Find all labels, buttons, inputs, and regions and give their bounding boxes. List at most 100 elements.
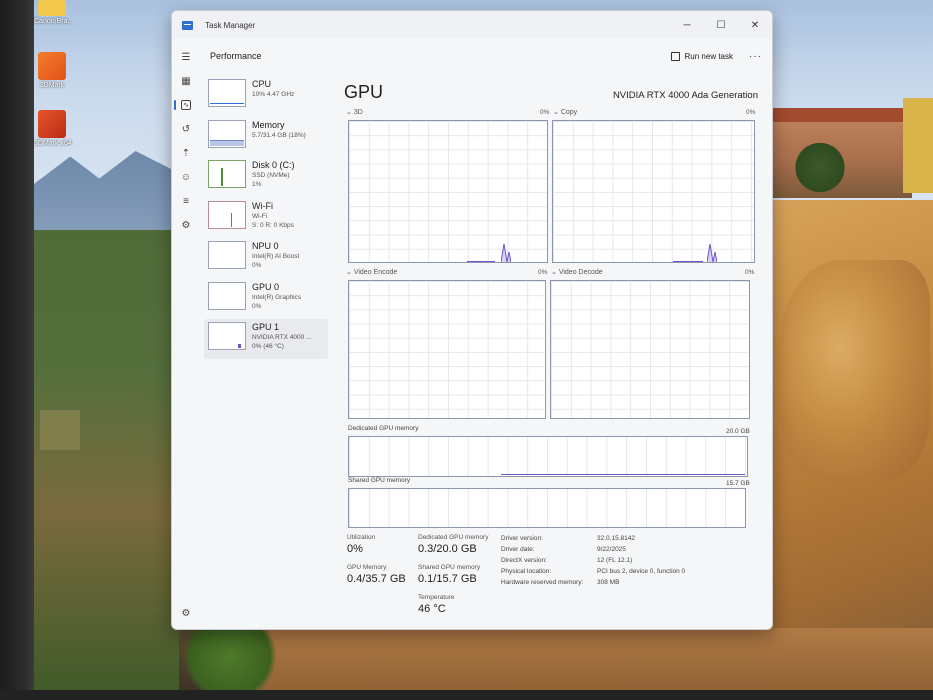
device-item-cpu[interactable]: CPU 10% 4.47 GHz	[204, 76, 328, 116]
details-icon[interactable]: ≡	[172, 189, 200, 213]
desktop-hills	[34, 230, 179, 700]
stat-value: 0.4/35.7 GB	[347, 573, 406, 585]
desktop-town-roof	[772, 108, 912, 122]
toolbar: Performance Run new task ···	[172, 39, 772, 73]
startup-apps-icon[interactable]: ⇡	[172, 141, 200, 165]
services-icon[interactable]: ⚙	[172, 213, 200, 237]
desktop-field	[40, 410, 80, 450]
engine-pct-video-encode: 0%	[538, 269, 548, 276]
folder-icon	[38, 0, 66, 16]
users-icon[interactable]: ☺	[172, 165, 200, 189]
title-bar[interactable]: Task Manager ─ ☐ ✕	[172, 11, 772, 39]
wifi-thumbnail	[208, 200, 246, 229]
device-usage: 1%	[252, 181, 262, 188]
performance-icon[interactable]: ∿	[172, 93, 200, 117]
stat-shared-memory: Shared GPU memory 0.1/15.7 GB	[418, 563, 480, 586]
graph-spike	[707, 243, 717, 262]
device-usage: S: 0 R: 0 Kbps	[252, 221, 294, 229]
device-detail: 5.7/31.4 GB (18%)	[252, 131, 306, 139]
device-item-memory[interactable]: Memory 5.7/31.4 GB (18%)	[204, 117, 328, 157]
shared-memory-graph	[348, 488, 746, 528]
desktop-icon-3dmark[interactable]: 3DMark	[34, 52, 70, 89]
desktop-trees	[790, 140, 850, 195]
dedicated-memory-graph	[348, 436, 748, 477]
desktop-building	[903, 98, 933, 193]
detail-key: DirectX version:	[501, 557, 547, 564]
device-usage: 0%	[252, 262, 262, 269]
engine-label-video-encode[interactable]: ⌄ Video Encode	[346, 268, 397, 276]
window-title: Task Manager	[205, 20, 256, 30]
desktop-icon-3dmark-x64[interactable]: 3DMark.x64	[34, 110, 72, 147]
detail-key: Driver date:	[501, 546, 535, 553]
run-task-icon	[670, 51, 680, 61]
engine-pct-copy: 0%	[746, 109, 756, 116]
close-button[interactable]: ✕	[738, 11, 772, 39]
graph-baseline	[673, 261, 703, 262]
device-name: NPU 0	[252, 241, 279, 251]
graph-video-encode	[348, 280, 546, 419]
minimize-button[interactable]: ─	[670, 11, 704, 39]
shared-memory-graph-label: Shared GPU memory	[348, 477, 411, 484]
stat-value: 0.1/15.7 GB	[418, 573, 477, 585]
device-usage: 0% (46 °C)	[252, 343, 284, 350]
graph-video-decode	[550, 280, 750, 419]
dedicated-memory-graph-label: Dedicated GPU memory	[348, 425, 419, 432]
device-detail: Wi-Fi	[252, 212, 268, 220]
app-history-icon[interactable]: ↺	[172, 117, 200, 141]
detail-value: 9/22/2025	[597, 546, 626, 553]
stat-label: Utilization	[347, 534, 376, 541]
device-item-gpu0[interactable]: GPU 0 Intel(R) Graphics 0%	[204, 279, 328, 319]
disk-thumbnail	[208, 160, 246, 188]
npu-thumbnail	[208, 241, 246, 269]
gpu-details: Driver version: 32.0.15.8142 Driver date…	[501, 533, 761, 588]
device-item-npu[interactable]: NPU 0 Intel(R) AI Boost 0%	[204, 238, 328, 278]
run-new-task-label: Run new task	[684, 51, 733, 61]
more-options-button[interactable]: ···	[749, 51, 762, 62]
device-name: Disk 0 (C:)	[252, 160, 295, 170]
nav-rail: ☰ ▦ ∿ ↺ ⇡ ☺ ≡ ⚙ ⚙	[172, 45, 200, 629]
shared-memory-graph-max: 15.7 GB	[726, 480, 750, 487]
desktop-icon-folder[interactable]: Canon/Bra...	[34, 0, 73, 25]
detail-value: PCI bus 2, device 0, function 0	[597, 568, 686, 575]
device-name: GPU 0	[252, 281, 280, 292]
device-item-gpu1[interactable]: GPU 1 NVIDIA RTX 4000 ... 0% (46 °C)	[204, 319, 328, 359]
3dmark-icon	[38, 110, 66, 138]
gpu-model-name: NVIDIA RTX 4000 Ada Generation	[612, 90, 758, 101]
page-title: Performance	[210, 51, 262, 61]
engine-label-3d[interactable]: ⌄ 3D	[346, 108, 363, 116]
device-detail: Intel(R) AI Boost	[252, 253, 300, 260]
stat-label: Temperature	[418, 594, 455, 601]
maximize-button[interactable]: ☐	[704, 11, 738, 39]
device-item-disk[interactable]: Disk 0 (C:) SSD (NVMe) 1%	[204, 157, 328, 197]
detail-row: Driver version: 32.0.15.8142	[501, 533, 761, 544]
stat-label: Dedicated GPU memory	[418, 534, 489, 541]
detail-row: Driver date: 9/22/2025	[501, 544, 761, 555]
gpu-panel: GPU NVIDIA RTX 4000 Ada Generation ⌄ 3D …	[342, 76, 762, 626]
run-new-task-button[interactable]: Run new task	[670, 51, 733, 61]
engine-label-video-decode[interactable]: ⌄ Video Decode	[551, 268, 603, 276]
device-detail: 10% 4.47 GHz	[252, 91, 295, 98]
device-usage: 0%	[252, 302, 262, 310]
stat-value: 0.3/20.0 GB	[418, 543, 477, 555]
stat-value: 46 °C	[418, 603, 446, 615]
stat-utilization: Utilization 0%	[347, 533, 375, 556]
stat-value: 0%	[347, 543, 363, 555]
device-item-wifi[interactable]: Wi-Fi Wi-Fi S: 0 R: 0 Kbps	[204, 198, 328, 238]
detail-key: Hardware reserved memory:	[501, 579, 584, 586]
device-detail: Intel(R) Graphics	[252, 293, 302, 301]
desktop-icon-label: 3DMark	[39, 82, 65, 89]
memory-thumbnail	[208, 119, 246, 148]
stat-gpu-memory: GPU Memory 0.4/35.7 GB	[347, 563, 406, 586]
detail-row: DirectX version: 12 (FL 12.1)	[501, 555, 761, 566]
engine-pct-3d: 0%	[540, 109, 550, 116]
settings-icon[interactable]: ⚙	[172, 601, 200, 625]
device-detail: NVIDIA RTX 4000 ...	[252, 334, 312, 341]
engine-label-copy[interactable]: ⌄ Copy	[553, 108, 577, 116]
stat-label: Shared GPU memory	[418, 564, 481, 571]
desktop-cliff-rock	[780, 260, 930, 480]
3dmark-icon	[38, 52, 66, 80]
hamburger-menu-icon[interactable]: ☰	[172, 45, 200, 69]
stat-label: GPU Memory	[347, 564, 387, 571]
device-detail: SSD (NVMe)	[252, 172, 290, 179]
processes-icon[interactable]: ▦	[172, 69, 200, 93]
